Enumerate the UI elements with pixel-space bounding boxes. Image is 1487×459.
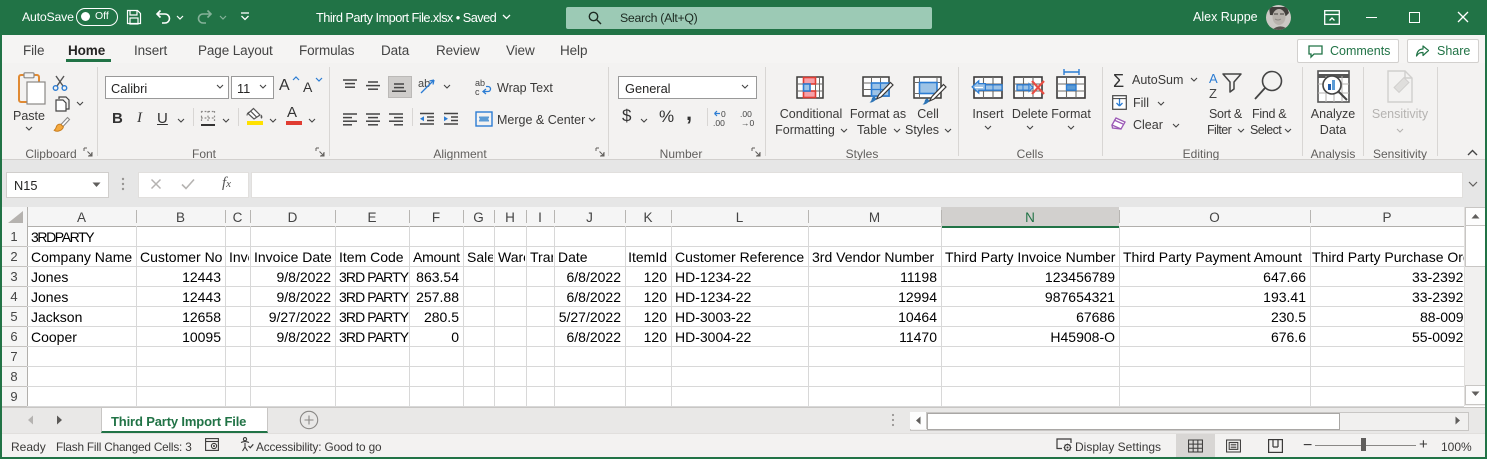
svg-text:Z: Z (1209, 86, 1217, 101)
svg-text:c: c (475, 87, 480, 97)
svg-text:A: A (1209, 71, 1218, 86)
svg-text:ab: ab (418, 78, 430, 90)
svg-text:→0: →0 (741, 118, 755, 128)
svg-text:.00: .00 (713, 118, 725, 128)
